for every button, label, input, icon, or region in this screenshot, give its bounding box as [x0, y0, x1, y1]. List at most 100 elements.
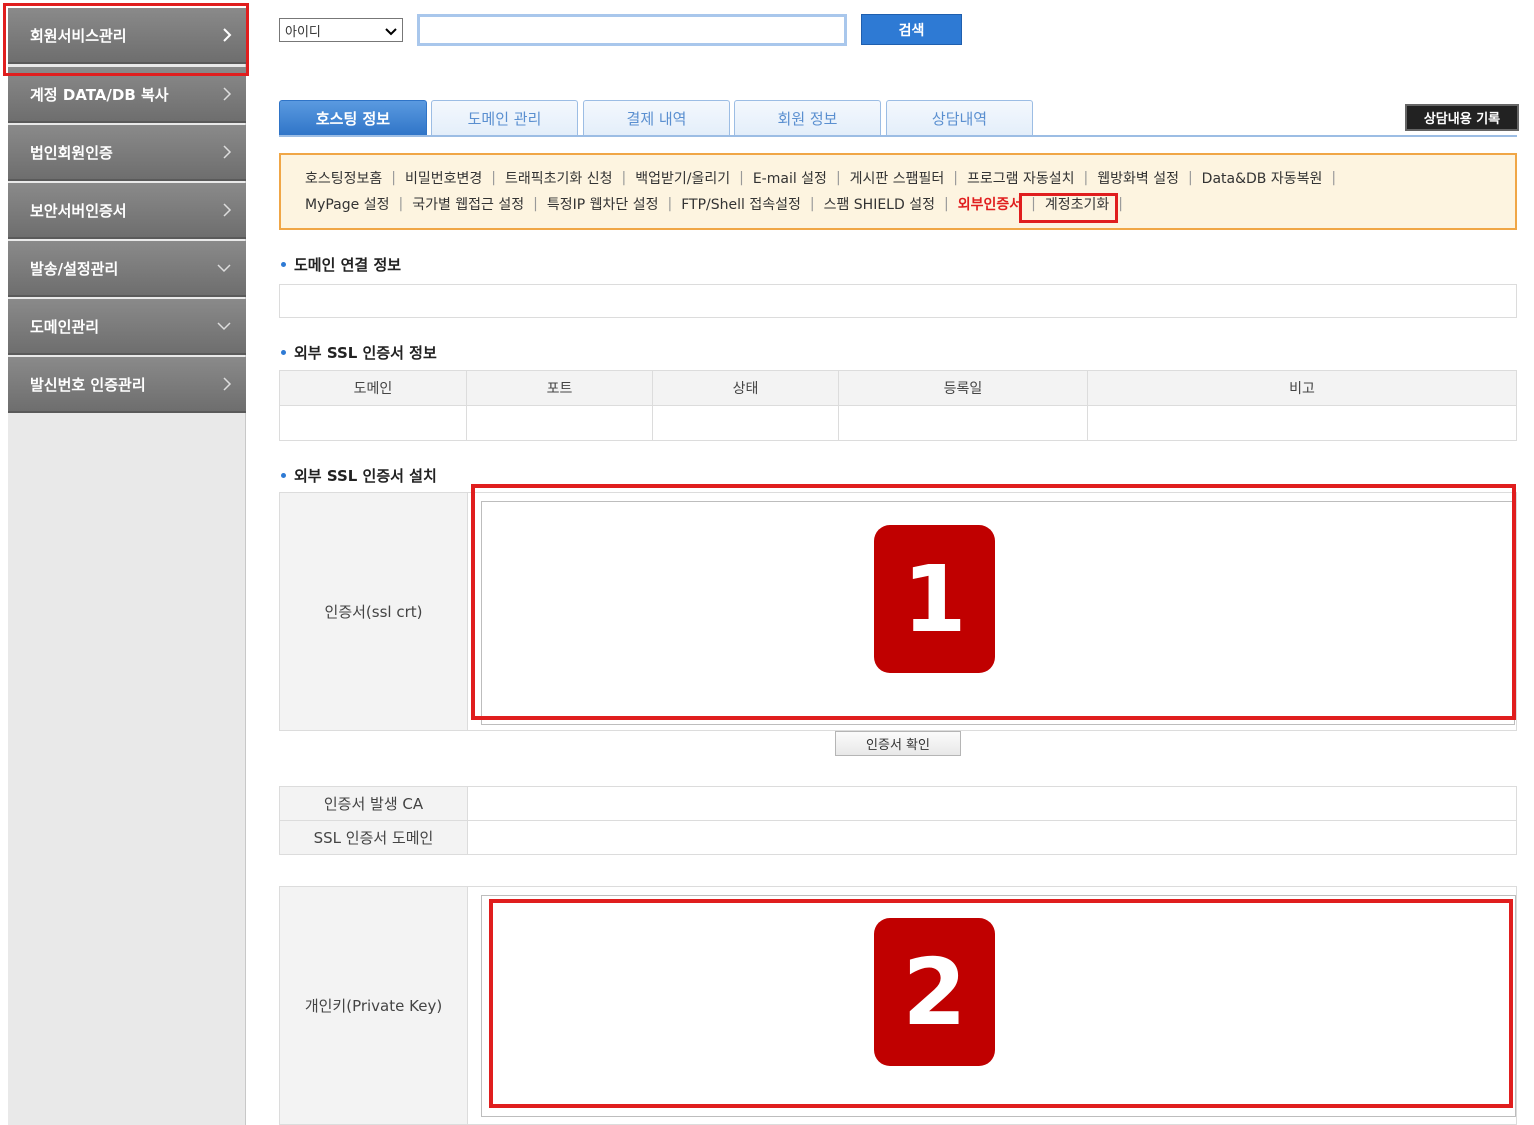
- submenu-separator: |: [533, 196, 538, 212]
- submenu-item[interactable]: 외부인증서: [958, 194, 1022, 214]
- submenu-separator: |: [398, 196, 404, 212]
- search-type-value: 아이디: [285, 24, 321, 40]
- table-cell: [652, 405, 839, 441]
- chevron-right-icon: [222, 27, 232, 43]
- dropdown-arrow-icon: [385, 25, 397, 40]
- submenu-item[interactable]: 게시판 스팸필터: [850, 168, 945, 188]
- sidebar-item-label: 도메인관리: [30, 317, 100, 336]
- submenu-separator: |: [1118, 196, 1123, 212]
- submenu-item[interactable]: 웹방화벽 설정: [1097, 168, 1179, 188]
- chevron-right-icon: [222, 144, 232, 160]
- tab-domain-manage[interactable]: 도메인 관리: [431, 100, 578, 136]
- submenu-item[interactable]: E-mail 설정: [753, 168, 827, 188]
- column-header-domain: 도메인: [279, 370, 467, 406]
- tab-hosting-info[interactable]: 호스팅 정보: [279, 100, 427, 136]
- certificate-textarea[interactable]: [481, 501, 1515, 725]
- submenu-item[interactable]: 프로그램 자동설치: [967, 168, 1075, 188]
- submenu-separator: |: [953, 170, 958, 186]
- submenu-item[interactable]: FTP/Shell 접속설정: [681, 194, 801, 214]
- tab-member-info[interactable]: 회원 정보: [734, 100, 881, 136]
- table-cell: [838, 405, 1088, 441]
- info-row-ca: 인증서 발생 CA: [280, 787, 1516, 821]
- sidebar-item-label: 회원서비스관리: [30, 26, 127, 45]
- submenu-item[interactable]: 비밀번호변경: [405, 168, 482, 188]
- submenu-item[interactable]: 트래픽초기화 신청: [505, 168, 613, 188]
- sidebar-item-label: 법인회원인증: [30, 143, 113, 162]
- search-input[interactable]: [417, 14, 847, 46]
- tab-underline: [279, 135, 1517, 137]
- sidebar-item-sender-number-auth[interactable]: 발신번호 인증관리: [8, 357, 246, 413]
- section-title-text: 외부 SSL 인증서 설치: [294, 467, 437, 485]
- tab-payment-history[interactable]: 결제 내역: [583, 100, 730, 136]
- sidebar-item-ssl-certificate[interactable]: 보안서버인증서: [8, 183, 246, 239]
- certificate-label: 인증서(ssl crt): [280, 493, 468, 730]
- submenu-separator: |: [621, 170, 627, 186]
- table-cell: [466, 405, 653, 441]
- domain-link-box: [279, 284, 1517, 318]
- submenu-row-2: MyPage 설정 | 국가별 웹접근 설정 | 특정IP 웹차단 설정 | FTP/She…: [305, 194, 1132, 214]
- search-type-select[interactable]: 아이디: [279, 18, 403, 42]
- submenu-separator: |: [667, 196, 673, 212]
- submenu-item[interactable]: 백업받기/올리기: [635, 168, 730, 188]
- submenu-item[interactable]: 호스팅정보홈: [305, 168, 382, 188]
- submenu-separator: |: [1031, 196, 1036, 212]
- column-header-status: 상태: [652, 370, 839, 406]
- submenu-item[interactable]: 스팸 SHIELD 설정: [824, 194, 935, 214]
- bullet-icon: [281, 350, 286, 355]
- submenu-separator: |: [739, 170, 744, 186]
- section-title-text: 도메인 연결 정보: [294, 256, 402, 274]
- submenu-item[interactable]: 국가별 웹접근 설정: [412, 194, 524, 214]
- sidebar-item-label: 발송/설정관리: [30, 259, 119, 278]
- section-title-domain-link: 도메인 연결 정보: [281, 254, 401, 275]
- certificate-info-table: 인증서 발생 CA SSL 인증서 도메인: [279, 786, 1517, 855]
- sidebar-item-label: 보안서버인증서: [30, 201, 127, 220]
- chevron-right-icon: [222, 86, 232, 102]
- chevron-down-icon: [216, 321, 232, 331]
- info-row-domain: SSL 인증서 도메인: [280, 821, 1516, 855]
- bullet-icon: [281, 473, 286, 478]
- submenu-item[interactable]: 특정IP 웹차단 설정: [547, 194, 659, 214]
- submenu-item[interactable]: MyPage 설정: [305, 194, 389, 214]
- submenu-separator: |: [491, 170, 496, 186]
- chevron-right-icon: [222, 202, 232, 218]
- private-key-textarea[interactable]: [481, 895, 1516, 1117]
- sidebar-item-member-service[interactable]: 회원서비스관리: [8, 8, 246, 64]
- sidebar-item-domain-manage[interactable]: 도메인관리: [8, 299, 246, 355]
- table-cell: [279, 405, 467, 441]
- table-header-row: 도메인 포트 상태 등록일 비고: [279, 370, 1517, 406]
- submenu-separator: |: [1083, 170, 1089, 186]
- submenu-separator: |: [835, 170, 841, 186]
- submenu-separator: |: [391, 170, 396, 186]
- ssl-info-table: 도메인 포트 상태 등록일 비고: [279, 370, 1517, 441]
- private-key-label: 개인키(Private Key): [280, 887, 468, 1124]
- submenu-separator: |: [1331, 170, 1337, 186]
- sidebar-item-corporate-auth[interactable]: 법인회원인증: [8, 125, 246, 181]
- step-badge-2: 2: [874, 918, 995, 1066]
- sidebar-item-label: 계정 DATA/DB 복사: [30, 85, 169, 104]
- certificate-confirm-button[interactable]: 인증서 확인: [835, 731, 961, 756]
- sidebar: 회원서비스관리 계정 DATA/DB 복사 법인회원인증 보안서버인증서 발송/…: [8, 8, 246, 1125]
- bullet-icon: [281, 262, 286, 267]
- submenu-separator: |: [943, 196, 949, 212]
- section-title-ssl-info: 외부 SSL 인증서 정보: [281, 342, 437, 363]
- hosting-submenu: [279, 153, 1517, 230]
- submenu-separator: |: [809, 196, 815, 212]
- section-title-ssl-install: 외부 SSL 인증서 설치: [281, 465, 437, 486]
- sidebar-item-label: 발신번호 인증관리: [30, 375, 146, 394]
- step-badge-1: 1: [874, 525, 995, 673]
- submenu-row-1: 호스팅정보홈 | 비밀번호변경 | 트래픽초기화 신청 | 백업받기/올리기 | E-mail …: [305, 168, 1345, 188]
- consult-record-button[interactable]: 상담내용 기록: [1405, 104, 1519, 131]
- column-header-note: 비고: [1087, 370, 1517, 406]
- column-header-registered: 등록일: [838, 370, 1088, 406]
- submenu-item[interactable]: 계정초기화: [1045, 194, 1109, 214]
- search-button[interactable]: 검색: [861, 14, 962, 45]
- section-title-text: 외부 SSL 인증서 정보: [294, 344, 437, 362]
- page-root: 회원서비스관리 계정 DATA/DB 복사 법인회원인증 보안서버인증서 발송/…: [0, 0, 1534, 1125]
- sidebar-item-send-settings[interactable]: 발송/설정관리: [8, 241, 246, 297]
- sidebar-item-account-copy[interactable]: 계정 DATA/DB 복사: [8, 67, 246, 123]
- tab-consult-history[interactable]: 상담내역: [886, 100, 1033, 136]
- chevron-down-icon: [216, 263, 232, 273]
- table-row: [279, 405, 1517, 441]
- submenu-item[interactable]: Data&DB 자동복원: [1202, 168, 1323, 188]
- ca-label: 인증서 발생 CA: [280, 787, 468, 820]
